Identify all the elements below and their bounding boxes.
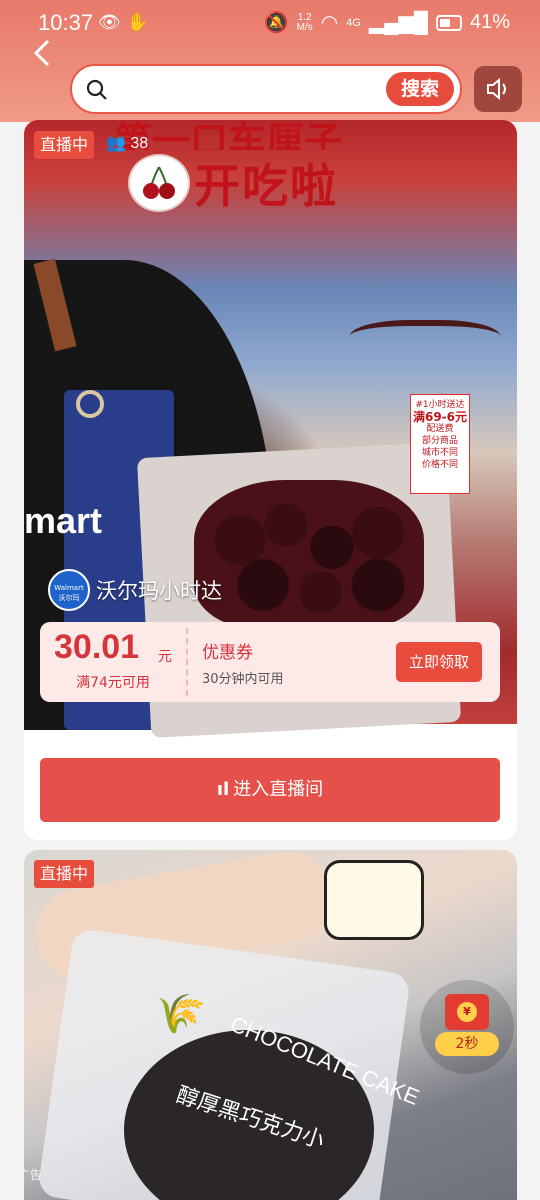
coin-icon: ¥ — [457, 1002, 477, 1022]
coupon-card: 30.01 元 满74元可用 优惠券 30分钟内可用 立即领取 — [40, 622, 500, 702]
live-badge: 直播中 — [34, 131, 95, 159]
promo-sign: #1小时送达 满69-6元 配送费 部分商品 城市不同 价格不同 — [410, 394, 470, 494]
viewer-count: 👥 38 — [106, 133, 148, 153]
wifi-icon: ◠ — [320, 12, 339, 34]
red-packet-icon: ¥ — [445, 994, 489, 1030]
banner-top-text: 第一口车厘子 — [114, 120, 343, 150]
signal-label: 4G — [346, 16, 361, 29]
ad-label: 广告 — [17, 1168, 42, 1182]
mute-icon: 🔕 — [263, 12, 289, 34]
store-logo: Walmart 沃尔玛 — [48, 569, 90, 611]
enter-live-label: 进入直播间 — [233, 779, 324, 800]
cartoon-sticker — [324, 860, 424, 940]
net-speed-unit: M/s — [296, 21, 313, 33]
claim-coupon-button[interactable]: 立即领取 — [396, 642, 482, 682]
search-input[interactable] — [118, 76, 368, 104]
back-button[interactable] — [30, 38, 60, 72]
red-packet-widget[interactable]: ¥ 2秒 — [420, 980, 514, 1074]
search-icon — [86, 79, 107, 100]
coupon-condition: 满74元可用 — [76, 675, 150, 691]
cherries — [194, 480, 424, 630]
battery-icon — [435, 14, 462, 31]
coupon-amount: 30.01 — [54, 628, 140, 666]
status-bar: 10:37 👁 ✋ 🔕 1.2 M/s ◠ 4G ▂▄▆█ 41% — [0, 0, 540, 50]
speaker-icon — [487, 78, 506, 100]
status-right: 🔕 1.2 M/s ◠ 4G ▂▄▆█ 41% — [264, 10, 510, 35]
live-bars-icon: ıl — [216, 779, 230, 800]
brand-logo: 🌾 — [150, 988, 208, 1040]
live-card[interactable]: 第一口车厘子 开吃啦 mart #1小时送达 满69-6元 配送费 部分商品 城… — [24, 120, 517, 840]
signal-icon: ▂▄▆█ — [368, 12, 428, 34]
apron-text: mart — [24, 500, 103, 541]
promo-line: 满69-6元 — [412, 410, 468, 424]
promo-line: 城市不同 — [421, 448, 458, 458]
sound-button[interactable] — [474, 66, 522, 112]
search-button[interactable]: 搜索 — [386, 72, 454, 106]
coupon-unit: 元 — [158, 649, 172, 665]
pagoda-roof — [350, 320, 500, 360]
viewer-count-value: 38 — [130, 135, 149, 152]
ad-icon: · — [10, 1168, 14, 1182]
search-bar[interactable]: 搜索 — [70, 64, 462, 114]
enter-live-button[interactable]: ıl 进入直播间 — [40, 758, 500, 822]
store-info[interactable]: Walmart 沃尔玛 沃尔玛小时达 — [48, 569, 222, 611]
eye-icon: 👁 ✋ — [98, 12, 149, 33]
apron-ring — [76, 390, 104, 418]
store-name: 沃尔玛小时达 — [96, 579, 222, 603]
promo-line: 配送费 — [426, 424, 454, 434]
red-packet-timer: 2秒 — [435, 1032, 499, 1056]
promo-line: 部分商品 — [421, 436, 458, 446]
live-badge: 直播中 — [34, 860, 95, 888]
promo-line: 价格不同 — [421, 460, 458, 470]
viewers-icon: 👥 — [106, 135, 126, 152]
coupon-divider — [186, 628, 188, 696]
coupon-description: 30分钟内可用 — [202, 672, 284, 687]
chevron-left-icon — [33, 39, 50, 67]
ad-tag: · 广告 — [10, 1166, 42, 1183]
battery-percent: 41% — [469, 11, 510, 33]
cherry-logo-icon — [128, 154, 190, 212]
status-time: 10:37 — [38, 10, 94, 35]
top-bar: 10:37 👁 ✋ 🔕 1.2 M/s ◠ 4G ▂▄▆█ 41% 搜索 — [0, 0, 540, 122]
coupon-value-area: 30.01 元 满74元可用 — [40, 622, 186, 702]
net-speed: 1.2 M/s — [296, 12, 313, 33]
coupon-title: 优惠券 — [202, 643, 253, 663]
banner-title: 开吃啦 — [194, 159, 338, 213]
